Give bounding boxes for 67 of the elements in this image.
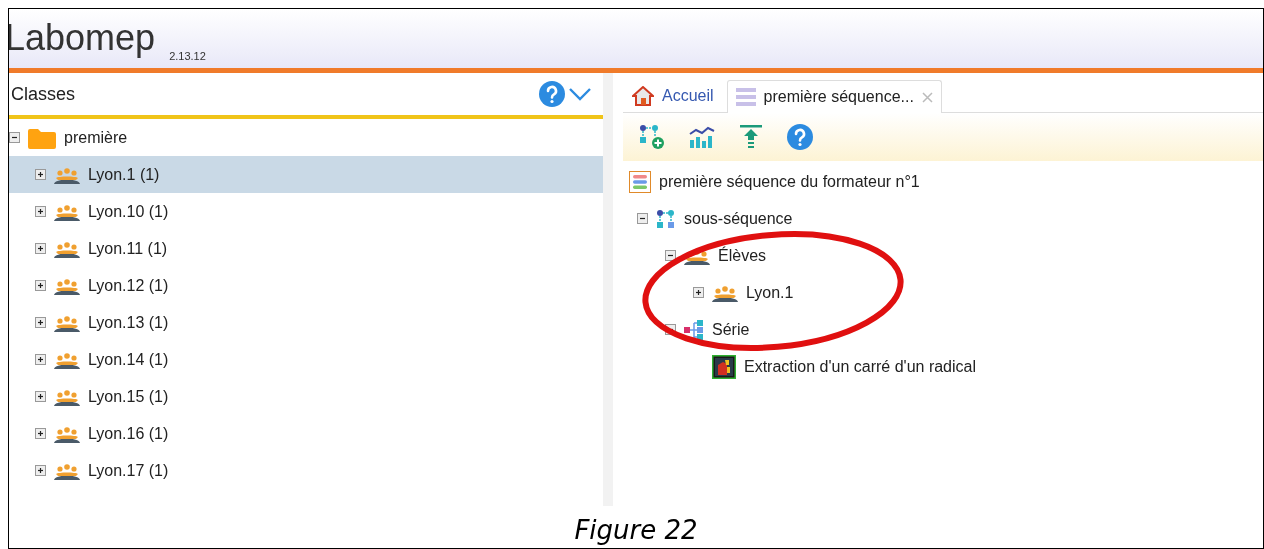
expand-icon[interactable] [35, 391, 46, 402]
tree-row[interactable]: Lyon.17 (1) [9, 452, 603, 489]
tree-row[interactable]: Lyon.13 (1) [9, 304, 603, 341]
tree-row[interactable]: Lyon.12 (1) [9, 267, 603, 304]
tree-item-label: Lyon.14 (1) [88, 349, 169, 370]
expand-icon[interactable] [693, 287, 704, 298]
expand-icon[interactable] [35, 206, 46, 217]
tree-row[interactable]: Lyon.1 (1) [9, 156, 603, 193]
subsequence-icon [656, 208, 676, 229]
add-subsequence-icon[interactable] [639, 124, 665, 150]
sequence-icon [629, 170, 651, 193]
tree-row[interactable]: première [9, 119, 603, 156]
tree-item-label: Lyon.1 (1) [88, 164, 160, 185]
tab[interactable]: première séquence... [726, 80, 942, 113]
expand-icon[interactable] [35, 280, 46, 291]
tree-item-label: Lyon.10 (1) [88, 201, 169, 222]
series-icon [684, 319, 704, 340]
tree-row[interactable]: Lyon.15 (1) [9, 378, 603, 415]
group-icon [54, 276, 80, 295]
tree-item[interactable]: Élèves [718, 243, 767, 268]
tree-item[interactable]: sous-séquence [684, 206, 793, 231]
tree-row[interactable]: Lyon.11 (1) [9, 230, 603, 267]
chart-icon[interactable] [689, 125, 715, 149]
tab[interactable]: Accueil [623, 79, 723, 112]
exercise-icon [712, 354, 736, 379]
list-icon [735, 87, 756, 107]
tree-row[interactable]: Lyon.14 (1) [9, 341, 603, 378]
expand-icon[interactable] [35, 317, 46, 328]
folder-icon [28, 126, 56, 149]
group-icon [54, 165, 80, 184]
home-icon [632, 86, 654, 106]
group-icon [54, 350, 80, 369]
group-icon [54, 424, 80, 443]
group-icon [712, 283, 738, 302]
collapse-icon[interactable] [637, 213, 648, 224]
group-icon [54, 387, 80, 406]
expand-icon[interactable] [35, 169, 46, 180]
help-icon[interactable] [539, 81, 565, 107]
group-icon [54, 313, 80, 332]
expand-icon[interactable] [35, 243, 46, 254]
tree-item[interactable]: Série [712, 317, 750, 342]
expand-icon[interactable] [35, 354, 46, 365]
tree-item-label: Lyon.17 (1) [88, 460, 169, 481]
help-icon[interactable] [787, 124, 813, 150]
tree-item-label: Lyon.13 (1) [88, 312, 169, 333]
tree-item[interactable]: Extraction d'un carré d'un radical [744, 354, 976, 379]
panel-title: Classes [11, 82, 76, 106]
expand-icon[interactable] [35, 428, 46, 439]
version-label: 2.13.12 [169, 48, 206, 64]
tree-item-label: Lyon.12 (1) [88, 275, 169, 296]
expand-icon[interactable] [35, 465, 46, 476]
group-icon [54, 461, 80, 480]
sequence-title: première séquence du formateur n°1 [659, 171, 920, 192]
tree-item-label: Lyon.16 (1) [88, 423, 169, 444]
tree-row[interactable]: Lyon.10 (1) [9, 193, 603, 230]
tree-item[interactable]: Lyon.1 [746, 280, 794, 305]
group-icon [54, 239, 80, 258]
chevron-down-icon[interactable] [569, 87, 591, 101]
upload-icon[interactable] [739, 124, 763, 150]
tree-row[interactable]: Lyon.16 (1) [9, 415, 603, 452]
tree-item-label: première [64, 127, 128, 148]
collapse-icon[interactable] [665, 250, 676, 261]
tree-item-label: Lyon.11 (1) [88, 238, 168, 259]
collapse-icon[interactable] [9, 132, 20, 143]
figure-caption: Figure 22 [573, 514, 699, 547]
group-icon [54, 202, 80, 221]
tree-item-label: Lyon.15 (1) [88, 386, 169, 407]
